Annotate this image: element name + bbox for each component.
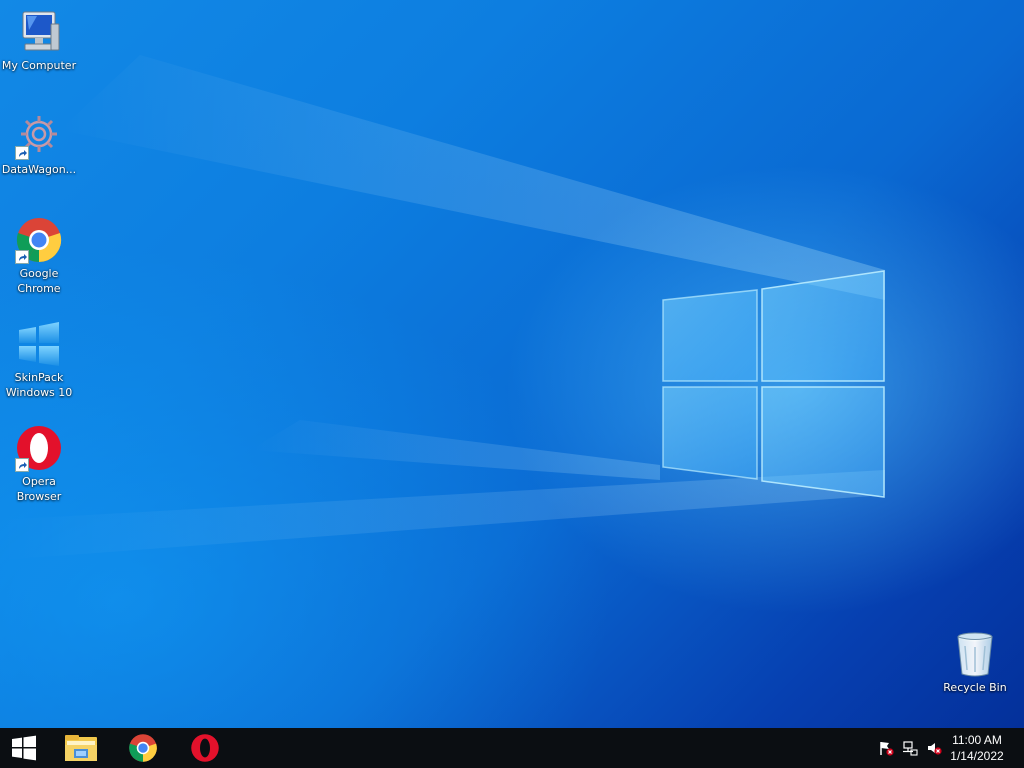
shortcut-arrow-icon bbox=[15, 250, 29, 264]
taskbar-file-explorer-button[interactable] bbox=[57, 728, 105, 768]
network-icon[interactable] bbox=[902, 740, 918, 756]
datawagon-icon bbox=[15, 112, 63, 160]
desktop-icon-label: Opera Browser bbox=[16, 475, 62, 503]
desktop-icon-datawagon[interactable]: DataWagon... bbox=[0, 112, 78, 177]
desktop-icon-skinpack-windows-10[interactable]: SkinPack Windows 10 bbox=[0, 320, 78, 400]
taskbar: 11:00 AM 1/14/2022 bbox=[0, 728, 1024, 768]
chrome-icon bbox=[129, 734, 157, 762]
chrome-icon bbox=[15, 216, 63, 264]
file-explorer-icon bbox=[65, 735, 97, 761]
desktop-icon-label: SkinPack Windows 10 bbox=[5, 371, 73, 399]
windows-start-icon bbox=[12, 735, 36, 761]
volume-muted-icon[interactable] bbox=[926, 740, 942, 756]
taskbar-clock[interactable]: 11:00 AM 1/14/2022 bbox=[942, 732, 1012, 764]
taskbar-opera-button[interactable] bbox=[181, 728, 229, 768]
windows-logo-icon bbox=[15, 320, 63, 368]
desktop-icon-my-computer[interactable]: My Computer bbox=[0, 8, 78, 73]
desktop-icon-google-chrome[interactable]: Google Chrome bbox=[0, 216, 78, 296]
taskbar-chrome-button[interactable] bbox=[119, 728, 167, 768]
desktop-icon-label: Google Chrome bbox=[17, 267, 61, 295]
clock-date: 1/14/2022 bbox=[950, 749, 1004, 763]
desktop-icon-label: DataWagon... bbox=[1, 163, 77, 176]
wallpaper-windows-logo bbox=[662, 270, 885, 498]
computer-icon bbox=[15, 8, 63, 56]
shortcut-arrow-icon bbox=[15, 146, 29, 160]
action-center-flag-icon[interactable] bbox=[878, 740, 894, 756]
clock-time: 11:00 AM bbox=[952, 733, 1002, 747]
desktop-icon-label: Recycle Bin bbox=[943, 681, 1007, 694]
start-button[interactable] bbox=[0, 728, 48, 768]
desktop-icon-opera-browser[interactable]: Opera Browser bbox=[0, 424, 78, 504]
desktop-icon-label: My Computer bbox=[1, 59, 77, 72]
desktop-background[interactable]: My Computer DataWagon... Google Chrome S… bbox=[0, 0, 1024, 728]
shortcut-arrow-icon bbox=[15, 458, 29, 472]
system-tray: 11:00 AM 1/14/2022 bbox=[864, 728, 1024, 768]
opera-icon bbox=[191, 734, 219, 762]
recycle-bin-icon bbox=[951, 630, 999, 678]
opera-icon bbox=[15, 424, 63, 472]
desktop-icon-recycle-bin[interactable]: Recycle Bin bbox=[936, 630, 1014, 695]
